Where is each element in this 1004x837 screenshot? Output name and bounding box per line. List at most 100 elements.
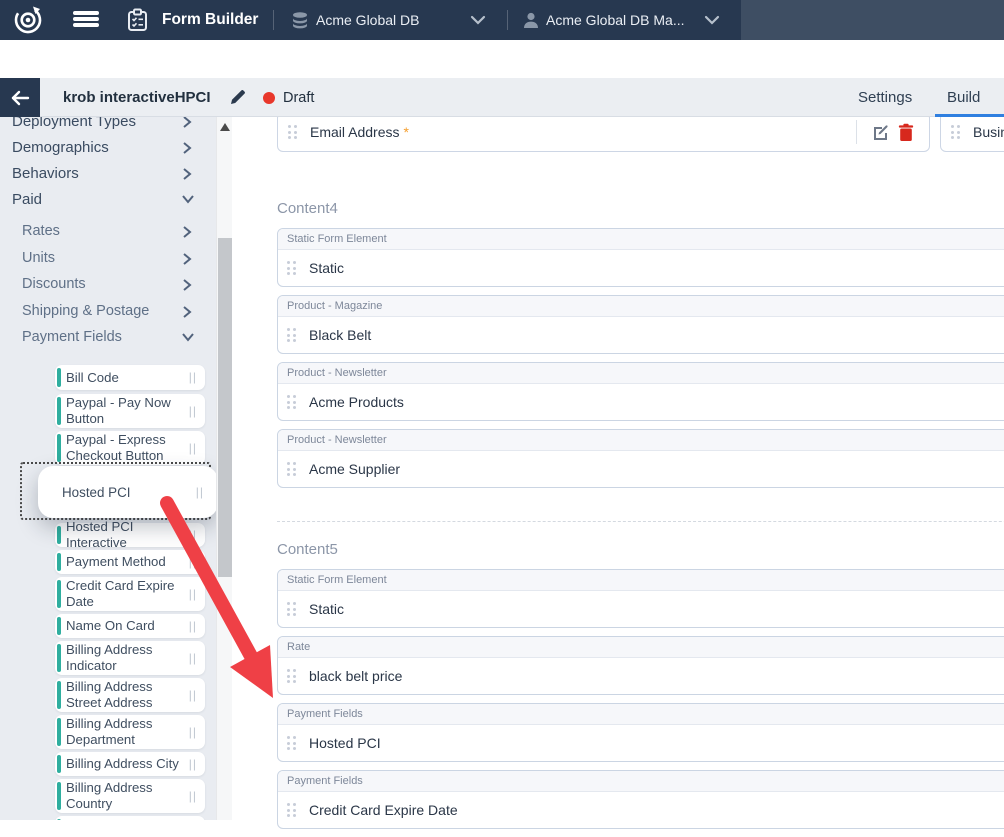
sidebar-item-shipping-postage[interactable]: Shipping & Postage <box>0 298 216 325</box>
palette-field-billing-country[interactable]: Billing Address Country <box>55 779 205 813</box>
palette-field-billing-street[interactable]: Billing Address Street Address <box>55 678 205 712</box>
drag-dots-icon[interactable] <box>287 736 296 750</box>
form-title: krob interactiveHPCI <box>63 78 211 117</box>
drag-handle-icon[interactable] <box>185 789 197 803</box>
form-card-acme-products[interactable]: Product - Newsletter Acme Products <box>277 362 1004 421</box>
edit-field-button[interactable] <box>867 119 893 145</box>
chevron-right-icon <box>182 226 192 236</box>
navbar-divider <box>273 10 274 30</box>
navbar-right-section <box>741 0 1004 40</box>
omeda-logo-icon[interactable] <box>13 0 43 40</box>
palette-field-paypal-express[interactable]: Paypal - Express Checkout Button <box>55 431 205 465</box>
form-field-email-address[interactable]: Email Address * <box>277 112 930 152</box>
chevron-right-icon <box>182 142 192 152</box>
drag-dots-icon[interactable] <box>287 462 296 476</box>
form-card-hosted-pci[interactable]: Payment Fields Hosted PCI <box>277 703 1004 762</box>
form-card-acme-supplier[interactable]: Product - Newsletter Acme Supplier <box>277 429 1004 488</box>
chevron-down-icon[interactable] <box>704 0 720 40</box>
delete-field-button[interactable] <box>893 119 919 145</box>
form-toolbar: krob interactiveHPCI Draft Settings Buil… <box>0 78 1004 117</box>
card-type-label: Payment Fields <box>278 771 1004 792</box>
sidebar-item-payment-fields[interactable]: Payment Fields <box>0 324 216 351</box>
card-type-label: Rate <box>278 637 1004 658</box>
card-type-label: Product - Newsletter <box>278 430 1004 451</box>
tab-settings[interactable]: Settings <box>858 78 912 117</box>
form-card-static[interactable]: Static Form Element Static <box>277 228 1004 287</box>
palette-field-payment-method[interactable]: Payment Method <box>55 550 205 574</box>
drag-handle-icon[interactable] <box>185 757 197 771</box>
dragged-field-hosted-pci[interactable]: Hosted PCI <box>38 466 216 518</box>
palette-field-name-on-card[interactable]: Name On Card <box>55 614 205 638</box>
sidebar-item-behaviors[interactable]: Behaviors <box>0 160 216 186</box>
database-icon <box>291 0 309 40</box>
drag-dots-icon[interactable] <box>287 602 296 616</box>
chevron-right-icon <box>182 279 192 289</box>
required-asterisk: * <box>403 124 408 140</box>
card-type-label: Static Form Element <box>278 229 1004 250</box>
tab-build[interactable]: Build <box>947 78 980 117</box>
chevron-right-icon <box>182 253 192 263</box>
drag-handle-icon[interactable] <box>185 441 197 455</box>
navbar-divider <box>507 10 508 30</box>
form-card-black-belt[interactable]: Product - Magazine Black Belt <box>277 295 1004 354</box>
database-selector-label[interactable]: Acme Global DB <box>316 0 419 40</box>
card-type-label: Product - Newsletter <box>278 363 1004 384</box>
status-label: Draft <box>283 78 314 117</box>
drag-handle-icon[interactable] <box>185 725 197 739</box>
card-type-label: Product - Magazine <box>278 296 1004 317</box>
drag-dots-icon[interactable] <box>287 803 296 817</box>
scrollbar-up-arrow[interactable] <box>220 123 230 131</box>
form-field-clipped-business[interactable]: Busin <box>940 112 1004 152</box>
palette-field-clipped[interactable] <box>55 816 205 820</box>
drag-dots-icon[interactable] <box>287 261 296 275</box>
drag-handle-icon[interactable] <box>185 688 197 702</box>
hamburger-menu-icon[interactable] <box>73 0 99 40</box>
chevron-right-icon <box>182 306 192 316</box>
drag-dots-icon[interactable] <box>287 328 296 342</box>
palette-field-cc-expire-date[interactable]: Credit Card Expire Date <box>55 577 205 611</box>
chevron-down-icon[interactable] <box>470 0 486 40</box>
palette-field-billing-city[interactable]: Billing Address City <box>55 752 205 776</box>
chevron-right-icon <box>182 117 192 126</box>
top-navbar: Form Builder Acme Global DB Acme Global … <box>0 0 1004 40</box>
drag-handle-icon[interactable] <box>185 370 197 384</box>
sidebar-item-rates[interactable]: Rates <box>0 218 216 245</box>
form-card-black-belt-price[interactable]: Rate black belt price <box>277 636 1004 695</box>
palette-field-bill-code[interactable]: Bill Code <box>55 365 205 390</box>
sidebar-item-discounts[interactable]: Discounts <box>0 271 216 298</box>
chevron-down-icon <box>182 332 192 342</box>
account-selector-label[interactable]: Acme Global DB Ma... <box>546 0 685 40</box>
palette-field-billing-indicator[interactable]: Billing Address Indicator <box>55 641 205 675</box>
section-title: Content5 <box>277 541 1004 559</box>
drag-handle-icon[interactable] <box>185 619 197 633</box>
edit-title-icon[interactable] <box>229 89 246 111</box>
palette-field-paypal-pay-now[interactable]: Paypal - Pay Now Button <box>55 394 205 428</box>
drag-dots-icon[interactable] <box>951 125 960 139</box>
status-dot <box>263 92 275 104</box>
scrollbar[interactable] <box>216 117 232 820</box>
palette-field-billing-department[interactable]: Billing Address Department <box>55 715 205 749</box>
form-card-static[interactable]: Static Form Element Static <box>277 569 1004 628</box>
drag-handle-icon[interactable] <box>192 485 204 499</box>
palette-field-hosted-pci-interactive[interactable]: Hosted PCI Interactive <box>55 523 205 547</box>
drag-handle-icon[interactable] <box>185 651 197 665</box>
sidebar-item-demographics[interactable]: Demographics <box>0 134 216 160</box>
form-canvas: Email Address * Busin Content4 Static Fo… <box>232 117 1004 820</box>
content-section-5: Content5 Static Form Element Static Rate… <box>277 541 1004 837</box>
drag-handle-icon[interactable] <box>185 555 197 569</box>
scrollbar-thumb[interactable] <box>218 238 232 577</box>
sidebar-item-deployment-types[interactable]: Deployment Types <box>0 117 216 134</box>
back-button[interactable] <box>0 78 40 117</box>
drag-handle-icon[interactable] <box>185 404 197 418</box>
drag-dots-icon[interactable] <box>287 669 296 683</box>
drag-handle-icon[interactable] <box>185 587 197 601</box>
drag-dots-icon[interactable] <box>287 395 296 409</box>
chevron-right-icon <box>182 168 192 178</box>
drag-handle-icon[interactable] <box>185 528 197 542</box>
sidebar-item-paid[interactable]: Paid <box>0 186 216 212</box>
form-card-cc-expire-date[interactable]: Payment Fields Credit Card Expire Date <box>277 770 1004 829</box>
active-tab-indicator <box>935 114 1004 117</box>
chevron-down-icon <box>182 194 192 204</box>
sidebar-item-units[interactable]: Units <box>0 245 216 272</box>
drag-dots-icon[interactable] <box>288 125 297 139</box>
